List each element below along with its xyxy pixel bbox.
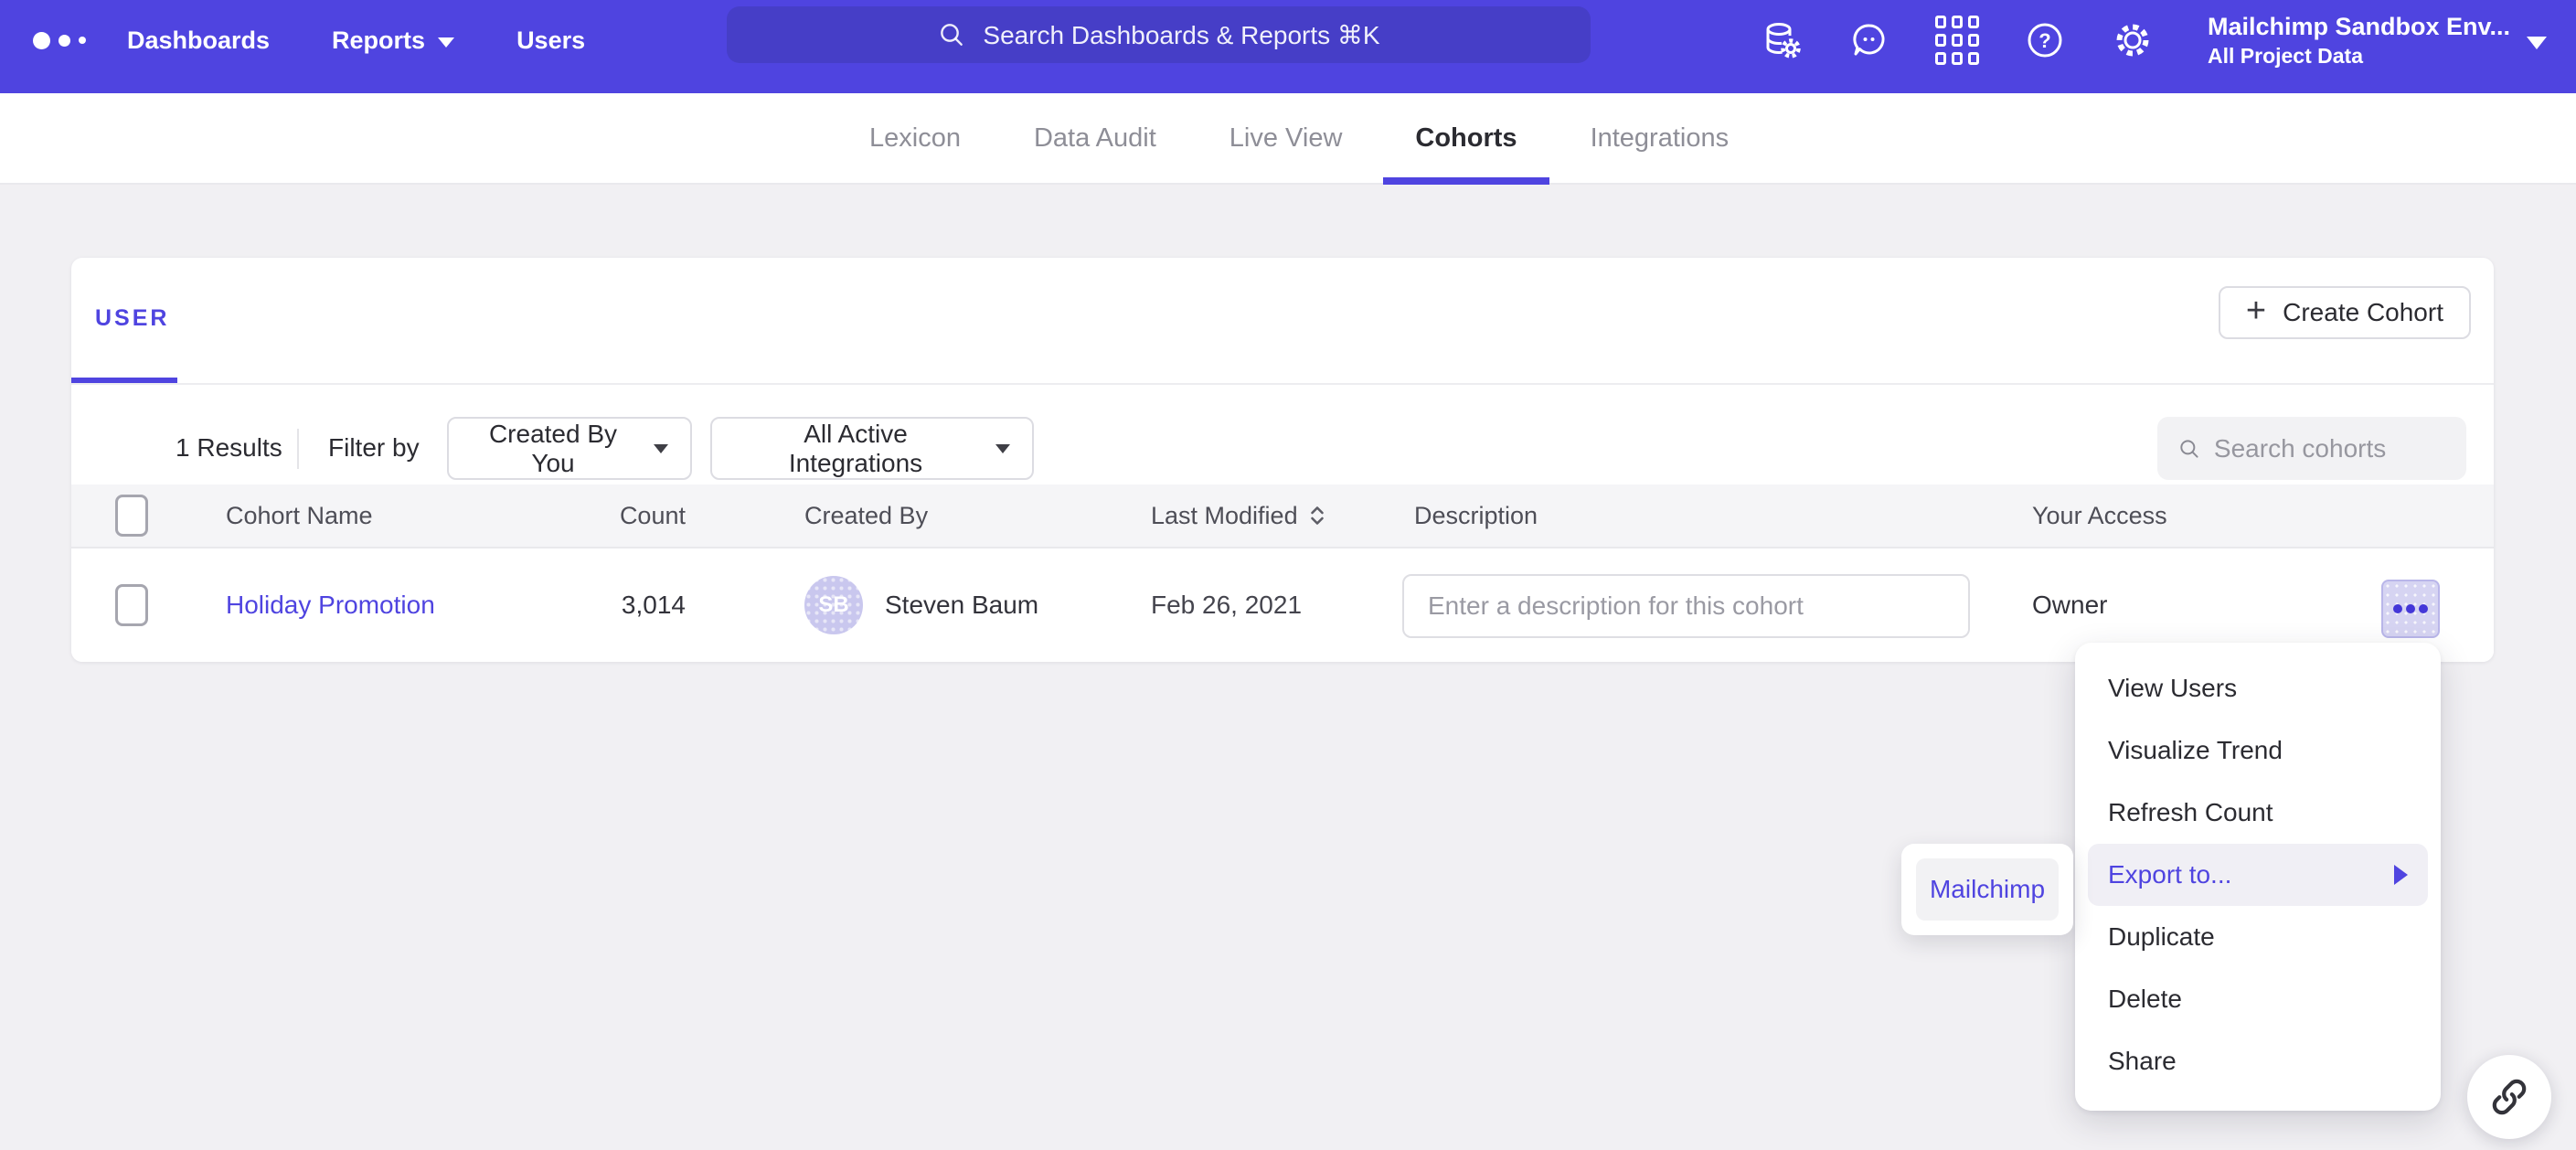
column-header-last-modified: Last Modified [1151, 502, 1298, 530]
tab-user-cohorts[interactable]: USER [95, 258, 169, 378]
project-name: Mailchimp Sandbox Env... [2208, 11, 2510, 42]
plus-icon: + [2246, 293, 2266, 328]
cohort-last-modified: Feb 26, 2021 [1151, 548, 1302, 662]
column-header-created-by: Created By [804, 484, 928, 547]
sort-updown-icon [1307, 502, 1327, 529]
chevron-down-icon [654, 444, 668, 453]
apps-grid-icon [1935, 16, 1979, 65]
column-sort-last-modified[interactable]: Last Modified [1151, 484, 1327, 547]
menu-item-view-users[interactable]: View Users [2075, 657, 2441, 719]
table-header: Cohort Name Count Created By Last Modifi… [71, 484, 2494, 548]
help-button[interactable]: ? [2024, 19, 2066, 61]
cohorts-page: Dashboards Reports Users Search Dashboar… [0, 0, 2576, 1150]
primary-nav: Dashboards Reports Users [127, 0, 585, 80]
feedback-icon [1849, 20, 1889, 60]
divider [297, 429, 299, 469]
help-icon: ? [2025, 20, 2065, 60]
more-options-icon [2419, 604, 2428, 613]
cohorts-card: USER + Create Cohort 1 Results Filter by… [71, 258, 2494, 662]
more-options-button[interactable] [2381, 580, 2440, 638]
cohort-description-input[interactable] [1402, 574, 1970, 638]
chevron-down-icon[interactable] [2527, 37, 2547, 49]
global-search-input[interactable]: Search Dashboards & Reports ⌘K [727, 6, 1591, 63]
apps-grid-button[interactable] [1936, 19, 1978, 61]
created-by-filter-dropdown[interactable]: Created By You [447, 417, 692, 480]
filter-by-label: Filter by [328, 433, 420, 463]
chevron-down-icon [995, 444, 1010, 453]
create-cohort-label: Create Cohort [2283, 298, 2443, 327]
column-header-cohort-name: Cohort Name [226, 484, 373, 547]
nav-item-users[interactable]: Users [516, 27, 585, 55]
tab-live-view[interactable]: Live View [1229, 93, 1343, 183]
logo-dot [79, 37, 86, 44]
logo-dot [33, 32, 50, 49]
tab-integrations[interactable]: Integrations [1591, 93, 1730, 183]
search-cohorts-box [2157, 417, 2466, 480]
menu-item-mailchimp[interactable]: Mailchimp [1916, 858, 2059, 921]
copy-link-icon [2488, 1076, 2530, 1118]
settings-gear-icon [2113, 20, 2153, 60]
data-definitions-icon [1762, 20, 1802, 60]
column-header-description: Description [1414, 484, 1538, 547]
more-options-icon [2393, 604, 2402, 613]
menu-item-visualize-trend[interactable]: Visualize Trend [2075, 719, 2441, 782]
nav-icon-buttons: ? [1761, 0, 2154, 80]
tabs: Lexicon Data Audit Live View Cohorts Int… [869, 93, 1729, 183]
create-cohort-button[interactable]: + Create Cohort [2219, 286, 2471, 339]
search-icon [937, 20, 966, 49]
chevron-down-icon [438, 37, 454, 48]
created-by-name: Steven Baum [885, 591, 1038, 620]
data-management-tabbar: Lexicon Data Audit Live View Cohorts Int… [0, 93, 2576, 185]
menu-item-refresh-count[interactable]: Refresh Count [2075, 782, 2441, 844]
integrations-filter-dropdown[interactable]: All Active Integrations [710, 417, 1034, 480]
results-count: 1 Results [176, 433, 282, 463]
column-header-your-access: Your Access [2032, 484, 2167, 547]
tab-data-audit[interactable]: Data Audit [1034, 93, 1156, 183]
page-body: USER + Create Cohort 1 Results Filter by… [0, 185, 2576, 1150]
settings-gear-button[interactable] [2112, 19, 2154, 61]
menu-item-export-to-label: Export to... [2108, 860, 2231, 889]
arrow-right-icon [2394, 865, 2408, 885]
avatar: SB [804, 576, 863, 634]
feedback-button[interactable] [1848, 19, 1890, 61]
cohort-created-by-cell: SB Steven Baum [804, 548, 1038, 662]
project-scope: All Project Data [2208, 42, 2510, 69]
data-definitions-button[interactable] [1761, 19, 1803, 61]
search-icon [2177, 435, 2201, 463]
divider [71, 383, 2494, 385]
mixpanel-logo[interactable] [33, 0, 86, 80]
search-cohorts-input[interactable] [2214, 434, 2446, 463]
nav-item-reports-label: Reports [332, 27, 425, 55]
select-all-checkbox[interactable] [115, 495, 148, 537]
nav-item-reports[interactable]: Reports [332, 27, 454, 55]
tab-cohorts[interactable]: Cohorts [1415, 93, 1517, 183]
logo-dot [59, 35, 70, 47]
nav-item-dashboards[interactable]: Dashboards [127, 27, 270, 55]
cohort-actions-menu: View Users Visualize Trend Refresh Count… [2075, 643, 2441, 1111]
created-by-filter-value: Created By You [471, 420, 635, 478]
integrations-filter-value: All Active Integrations [734, 420, 977, 478]
row-checkbox[interactable] [115, 584, 148, 626]
project-switcher[interactable]: Mailchimp Sandbox Env... All Project Dat… [2208, 11, 2510, 69]
cohort-name-link[interactable]: Holiday Promotion [226, 548, 435, 662]
menu-item-delete[interactable]: Delete [2075, 968, 2441, 1030]
column-header-count: Count [501, 484, 686, 547]
menu-item-export-to[interactable]: Export to... [2088, 844, 2428, 906]
tab-lexicon[interactable]: Lexicon [869, 93, 961, 183]
export-submenu: Mailchimp [1901, 844, 2073, 935]
top-nav: Dashboards Reports Users Search Dashboar… [0, 0, 2576, 93]
global-search-placeholder: Search Dashboards & Reports ⌘K [983, 20, 1379, 50]
cohort-count: 3,014 [501, 548, 686, 662]
menu-item-duplicate[interactable]: Duplicate [2075, 906, 2441, 968]
more-options-icon [2406, 604, 2415, 613]
copy-link-button[interactable] [2467, 1055, 2551, 1139]
menu-item-share[interactable]: Share [2075, 1030, 2441, 1092]
svg-text:?: ? [2038, 29, 2050, 52]
